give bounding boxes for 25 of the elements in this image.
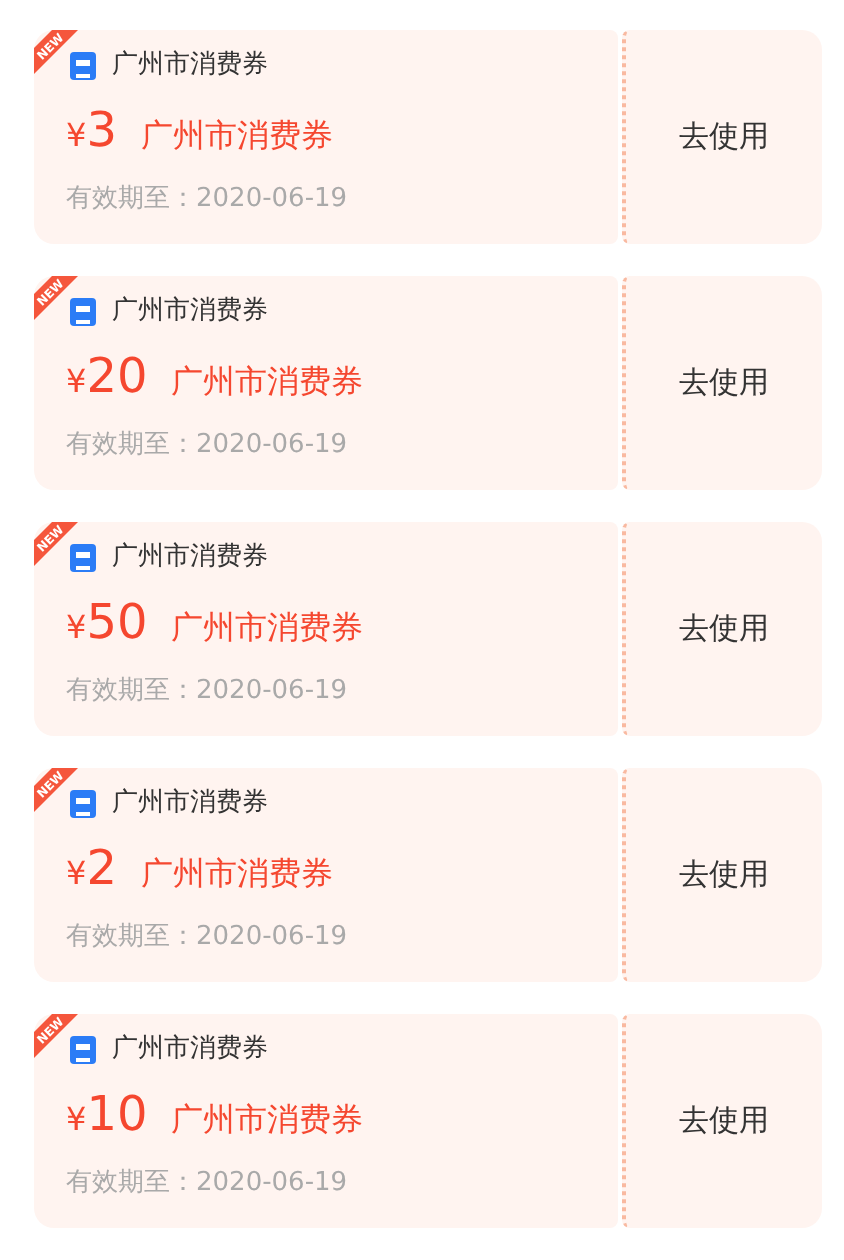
coupon-amount: ¥50 [66, 597, 148, 645]
coupon-title: 广州市消费券 [140, 113, 333, 157]
coupon-amount: ¥10 [66, 1089, 148, 1137]
expiry-date: 有效期至：2020-06-19 [66, 1165, 350, 1201]
issuer-name: 广州市消费券 [112, 1032, 268, 1068]
coupon-amount: ¥3 [66, 105, 117, 153]
coupon-title: 广州市消费券 [171, 605, 364, 649]
issuer-name: 广州市消费券 [112, 540, 268, 576]
coupon-amount: ¥20 [66, 351, 148, 399]
coupon-title: 广州市消费券 [140, 851, 333, 895]
use-coupon-button[interactable]: 去使用 [622, 276, 822, 490]
use-coupon-button[interactable]: 去使用 [622, 30, 822, 244]
coupon-title: 广州市消费券 [171, 1097, 364, 1141]
use-coupon-button[interactable]: 去使用 [622, 768, 822, 982]
expiry-date: 有效期至：2020-06-19 [66, 427, 350, 463]
expiry-date: 有效期至：2020-06-19 [66, 673, 350, 709]
issuer-name: 广州市消费券 [112, 786, 268, 822]
expiry-date: 有效期至：2020-06-19 [66, 181, 350, 217]
coupon-amount: ¥2 [66, 843, 117, 891]
expiry-date: 有效期至：2020-06-19 [66, 919, 350, 955]
use-coupon-button[interactable]: 去使用 [622, 1014, 822, 1228]
use-coupon-button[interactable]: 去使用 [622, 522, 822, 736]
coupon-title: 广州市消费券 [171, 359, 364, 403]
issuer-name: 广州市消费券 [112, 48, 268, 84]
issuer-name: 广州市消费券 [112, 294, 268, 330]
